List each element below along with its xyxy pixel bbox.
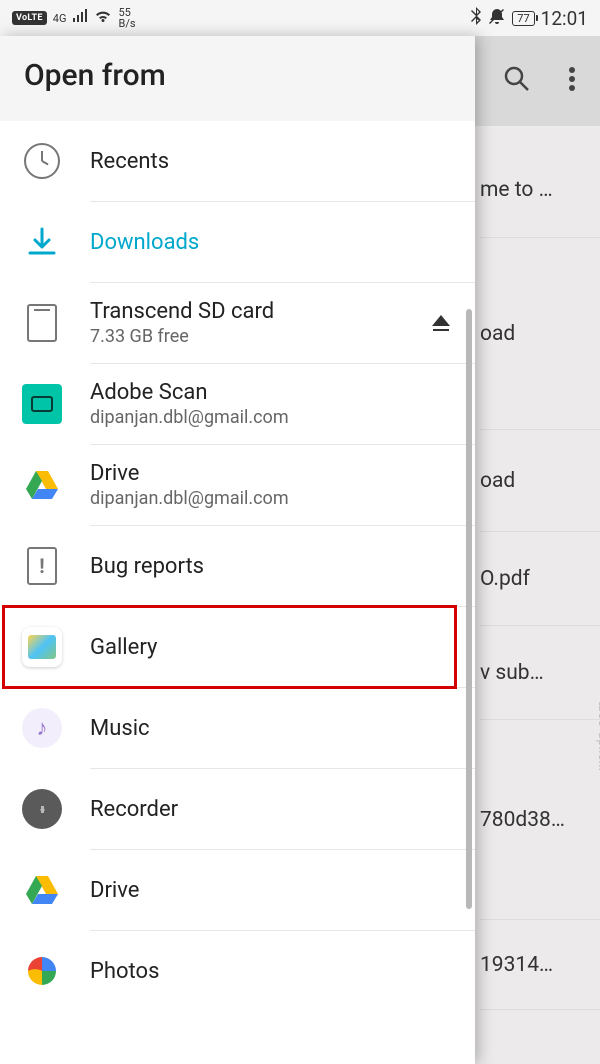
item-label: Recorder xyxy=(90,797,453,822)
gallery-icon xyxy=(22,627,62,667)
photos-icon xyxy=(22,951,62,991)
sdcard-icon xyxy=(22,303,62,343)
background-row[interactable]: O.pdf xyxy=(480,532,600,626)
item-label: Music xyxy=(90,716,453,741)
item-label: Downloads xyxy=(90,230,453,255)
drive-icon xyxy=(22,870,62,910)
drawer-header: Open from xyxy=(0,36,475,121)
status-bar: VoLTE 4G 55 B/s 77 12:01 xyxy=(0,0,600,36)
item-label: Adobe Scan xyxy=(90,380,453,405)
clock-icon xyxy=(22,141,62,181)
speed-indicator: 55 B/s xyxy=(118,7,135,29)
search-icon[interactable] xyxy=(502,64,532,98)
drawer-item-music[interactable]: ♪ Music xyxy=(0,688,475,768)
item-label: Recents xyxy=(90,149,453,174)
volte-badge: VoLTE xyxy=(12,11,47,25)
background-row[interactable]: oad xyxy=(480,238,600,430)
drawer-item-sdcard[interactable]: Transcend SD card 7.33 GB free xyxy=(0,283,475,363)
item-label: Gallery xyxy=(90,635,453,660)
status-right: 77 12:01 xyxy=(470,7,588,30)
drawer-item-photos[interactable]: Photos xyxy=(0,931,475,1011)
background-row[interactable]: 780d38… xyxy=(480,720,600,920)
drawer-list[interactable]: Recents Downloads Transcend SD card 7.33… xyxy=(0,121,475,1064)
item-label: Drive xyxy=(90,461,453,486)
item-sublabel: 7.33 GB free xyxy=(90,326,401,347)
bluetooth-icon xyxy=(470,7,482,29)
item-sublabel: dipanjan.dbl@gmail.com xyxy=(90,407,453,428)
drawer-item-gallery[interactable]: Gallery xyxy=(0,607,475,687)
drawer-title: Open from xyxy=(24,58,451,93)
wifi-icon xyxy=(94,9,112,27)
scrollbar[interactable] xyxy=(466,309,472,909)
clock-time: 12:01 xyxy=(541,7,588,30)
watermark: wsxdn.com xyxy=(594,700,600,770)
drawer-item-recents[interactable]: Recents xyxy=(0,121,475,201)
network-gen: 4G xyxy=(53,13,67,24)
background-row[interactable]: v sub… xyxy=(480,626,600,720)
drive-icon xyxy=(22,465,62,505)
drawer-item-drive[interactable]: Drive dipanjan.dbl@gmail.com xyxy=(0,445,475,525)
open-from-drawer: Open from Recents Downloads Transcend SD… xyxy=(0,36,475,1064)
drawer-item-recorder[interactable]: ∙|||∙ Recorder xyxy=(0,769,475,849)
music-icon: ♪ xyxy=(22,708,62,748)
background-row[interactable]: me to … xyxy=(480,142,600,238)
item-label: Drive xyxy=(90,878,453,903)
drawer-item-downloads[interactable]: Downloads xyxy=(0,202,475,282)
speed-unit: B/s xyxy=(118,18,135,29)
background-row[interactable]: 19314… xyxy=(480,920,600,1010)
download-icon xyxy=(22,222,62,262)
battery-indicator: 77 xyxy=(512,11,534,26)
signal-icon xyxy=(72,9,88,27)
drawer-item-adobescan[interactable]: Adobe Scan dipanjan.dbl@gmail.com xyxy=(0,364,475,444)
background-row[interactable]: oad xyxy=(480,430,600,532)
item-label: Transcend SD card xyxy=(90,299,401,324)
item-label: Photos xyxy=(90,959,453,984)
recorder-icon: ∙|||∙ xyxy=(22,789,62,829)
bug-report-icon: ! xyxy=(22,546,62,586)
item-label: Bug reports xyxy=(90,554,453,579)
status-left: VoLTE 4G 55 B/s xyxy=(12,7,136,29)
drawer-item-bugreports[interactable]: ! Bug reports xyxy=(0,526,475,606)
eject-icon[interactable] xyxy=(429,311,453,335)
network-indicator: 4G xyxy=(53,13,67,24)
drawer-item-drive2[interactable]: Drive xyxy=(0,850,475,930)
item-sublabel: dipanjan.dbl@gmail.com xyxy=(90,488,453,509)
adobe-scan-icon xyxy=(22,384,62,424)
more-icon[interactable] xyxy=(568,64,576,98)
notification-mute-icon xyxy=(488,7,506,29)
